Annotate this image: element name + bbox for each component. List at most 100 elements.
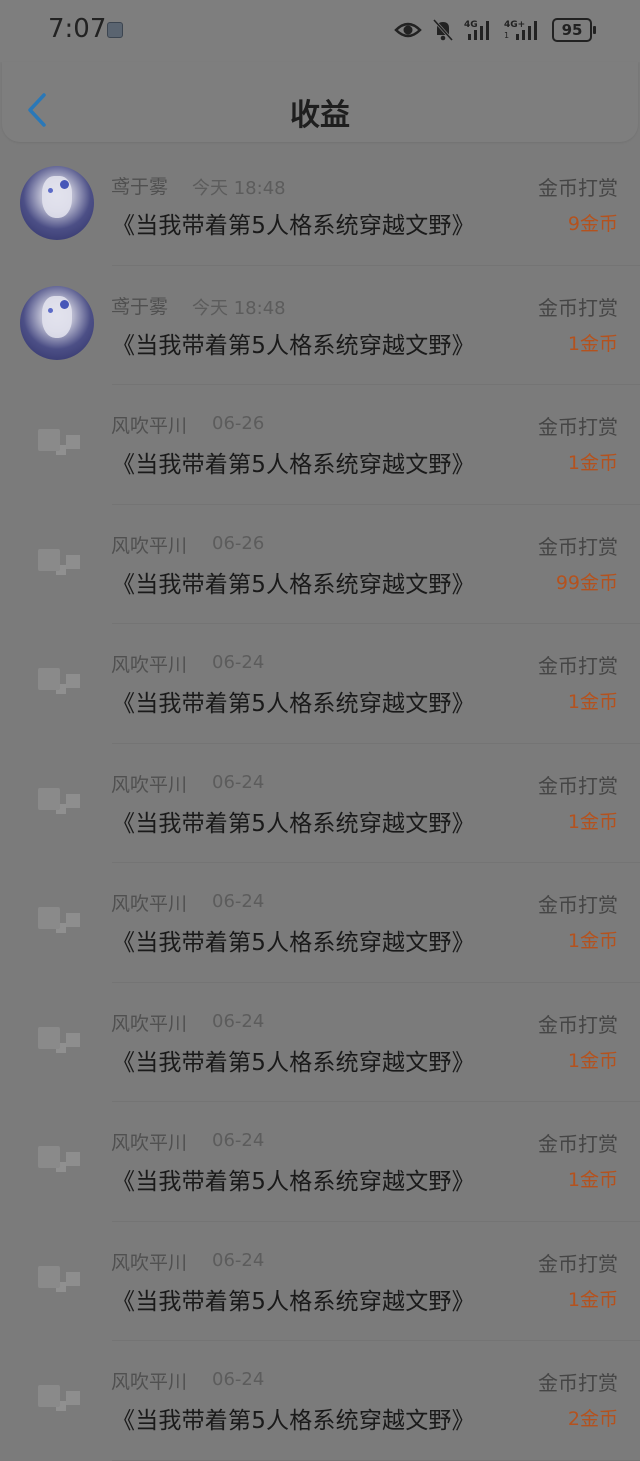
reward-row[interactable]: 风吹平川 06-24 《当我带着第5人格系统穿越文野》 金币打赏 1金币 — [0, 1102, 640, 1222]
book-title[interactable]: 《当我带着第5人格系统穿越文野》 — [112, 326, 475, 360]
user-name[interactable]: 风吹平川 — [111, 770, 187, 797]
reward-type: 金币打赏 — [538, 1251, 618, 1276]
avatar[interactable] — [20, 525, 94, 599]
user-name[interactable]: 鸢于雾 — [111, 172, 168, 199]
book-title[interactable]: 《当我带着第5人格系统穿越文野》 — [112, 804, 475, 838]
avatar-image — [38, 787, 60, 810]
book-title[interactable]: 《当我带着第5人格系统穿越文野》 — [112, 923, 475, 957]
reward-row[interactable]: 风吹平川 06-24 《当我带着第5人格系统穿越文野》 金币打赏 1金币 — [0, 1222, 640, 1341]
avatar-image — [38, 668, 60, 690]
user-name[interactable]: 鸢于雾 — [111, 292, 168, 319]
avatar[interactable] — [20, 1361, 94, 1435]
user-name[interactable]: 风吹平川 — [111, 650, 187, 677]
eye-icon — [394, 22, 422, 38]
book-title[interactable]: 《当我带着第5人格系统穿越文野》 — [112, 445, 475, 479]
signal-4g-icon: 4G — [464, 20, 489, 40]
svg-text:1: 1 — [504, 31, 509, 40]
reward-date: 06-24 — [212, 1010, 265, 1032]
reward-amount: 2金币 — [567, 1408, 618, 1430]
book-title[interactable]: 《当我带着第5人格系统穿越文野》 — [112, 1282, 475, 1316]
status-icons: 4G 4G+ 1 95 — [394, 18, 596, 42]
reward-date: 06-24 — [212, 771, 265, 793]
reward-date: 06-24 — [212, 1130, 265, 1151]
reward-amount: 1金币 — [567, 810, 618, 833]
reward-amount: 1金币 — [567, 332, 618, 355]
reward-type: 金币打赏 — [538, 176, 618, 200]
reward-row[interactable]: 风吹平川 06-26 《当我带着第5人格系统穿越文野》 金币打赏 99金币 — [0, 505, 640, 624]
user-name[interactable]: 风吹平川 — [111, 889, 187, 916]
avatar[interactable] — [20, 405, 94, 479]
reward-type: 金币打赏 — [538, 893, 618, 917]
reward-amount: 9金币 — [567, 213, 618, 235]
reward-amount: 1金币 — [567, 1169, 618, 1191]
avatar-image — [38, 1026, 60, 1049]
page-title: 收益 — [290, 98, 350, 133]
book-title[interactable]: 《当我带着第5人格系统穿越文野》 — [112, 684, 475, 718]
avatar-image — [38, 548, 60, 571]
user-name[interactable]: 风吹平川 — [111, 1367, 187, 1394]
user-name[interactable]: 风吹平川 — [111, 1248, 187, 1275]
reward-row[interactable]: 风吹平川 06-24 《当我带着第5人格系统穿越文野》 金币打赏 2金币 — [0, 1341, 640, 1461]
avatar-image — [38, 907, 60, 929]
reward-amount: 1金币 — [567, 1288, 618, 1311]
bell-off-icon — [432, 18, 454, 42]
reward-amount: 99金币 — [555, 571, 618, 594]
reward-row[interactable]: 风吹平川 06-26 《当我带着第5人格系统穿越文野》 金币打赏 1金币 — [0, 385, 640, 505]
reward-date: 06-24 — [212, 1249, 265, 1271]
reward-type: 金币打赏 — [538, 773, 618, 798]
avatar[interactable] — [20, 1003, 94, 1077]
avatar-image — [38, 429, 60, 451]
reward-date: 06-26 — [212, 413, 265, 434]
avatar[interactable] — [20, 883, 94, 957]
reward-row[interactable]: 鸢于雾 今天 18:48 《当我带着第5人格系统穿越文野》 金币打赏 9金币 — [0, 146, 640, 266]
user-name[interactable]: 风吹平川 — [111, 531, 187, 558]
avatar[interactable] — [20, 1242, 94, 1316]
reward-type: 金币打赏 — [538, 1371, 618, 1395]
divider — [112, 1459, 640, 1461]
reward-row[interactable]: 风吹平川 06-24 《当我带着第5人格系统穿越文野》 金币打赏 1金币 — [0, 983, 640, 1102]
signal-4g-plus-icon: 4G+ 1 — [504, 20, 537, 40]
reward-date: 06-24 — [212, 1369, 265, 1390]
header-bar: 收益 — [2, 62, 638, 142]
svg-text:4G: 4G — [464, 20, 478, 30]
avatar-image — [38, 1265, 60, 1288]
reward-type: 金币打赏 — [538, 415, 618, 439]
reward-type: 金币打赏 — [538, 1132, 618, 1156]
reward-amount: 1金币 — [567, 691, 618, 713]
reward-date: 今天 18:48 — [192, 178, 286, 199]
avatar[interactable] — [20, 166, 94, 240]
avatar-image — [38, 1146, 60, 1168]
reward-amount: 1金币 — [567, 1049, 618, 1072]
reward-type: 金币打赏 — [538, 654, 618, 678]
avatar[interactable] — [20, 1122, 94, 1196]
book-title[interactable]: 《当我带着第5人格系统穿越文野》 — [112, 565, 475, 599]
reward-date: 今天 18:48 — [192, 297, 286, 319]
avatar[interactable] — [20, 764, 94, 838]
avatar-image — [38, 1385, 60, 1407]
reward-amount: 1金币 — [567, 452, 618, 474]
app-notification-icon — [107, 22, 123, 38]
status-bar: 7:07 4G 4G+ 1 95 — [0, 0, 640, 62]
reward-row[interactable]: 风吹平川 06-24 《当我带着第5人格系统穿越文野》 金币打赏 1金币 — [0, 624, 640, 744]
reward-row[interactable]: 风吹平川 06-24 《当我带着第5人格系统穿越文野》 金币打赏 1金币 — [0, 744, 640, 863]
reward-date: 06-24 — [212, 652, 265, 673]
battery-indicator: 95 — [552, 18, 596, 42]
reward-row[interactable]: 鸢于雾 今天 18:48 《当我带着第5人格系统穿越文野》 金币打赏 1金币 — [0, 266, 640, 385]
user-name[interactable]: 风吹平川 — [111, 1009, 187, 1036]
status-time: 7:07 — [48, 14, 107, 44]
book-title[interactable]: 《当我带着第5人格系统穿越文野》 — [112, 1162, 475, 1196]
book-title[interactable]: 《当我带着第5人格系统穿越文野》 — [112, 1043, 475, 1077]
avatar[interactable] — [20, 285, 94, 360]
user-name[interactable]: 风吹平川 — [111, 1128, 187, 1155]
reward-date: 06-24 — [212, 891, 265, 912]
reward-type: 金币打赏 — [538, 534, 618, 559]
reward-amount: 1金币 — [567, 930, 618, 952]
svg-text:4G+: 4G+ — [504, 20, 525, 30]
book-title[interactable]: 《当我带着第5人格系统穿越文野》 — [112, 206, 475, 240]
avatar[interactable] — [20, 644, 94, 718]
user-name[interactable]: 风吹平川 — [111, 411, 187, 438]
book-title[interactable]: 《当我带着第5人格系统穿越文野》 — [112, 1401, 475, 1435]
reward-row[interactable]: 风吹平川 06-24 《当我带着第5人格系统穿越文野》 金币打赏 1金币 — [0, 863, 640, 983]
reward-type: 金币打赏 — [538, 295, 618, 320]
reward-type: 金币打赏 — [538, 1012, 618, 1037]
